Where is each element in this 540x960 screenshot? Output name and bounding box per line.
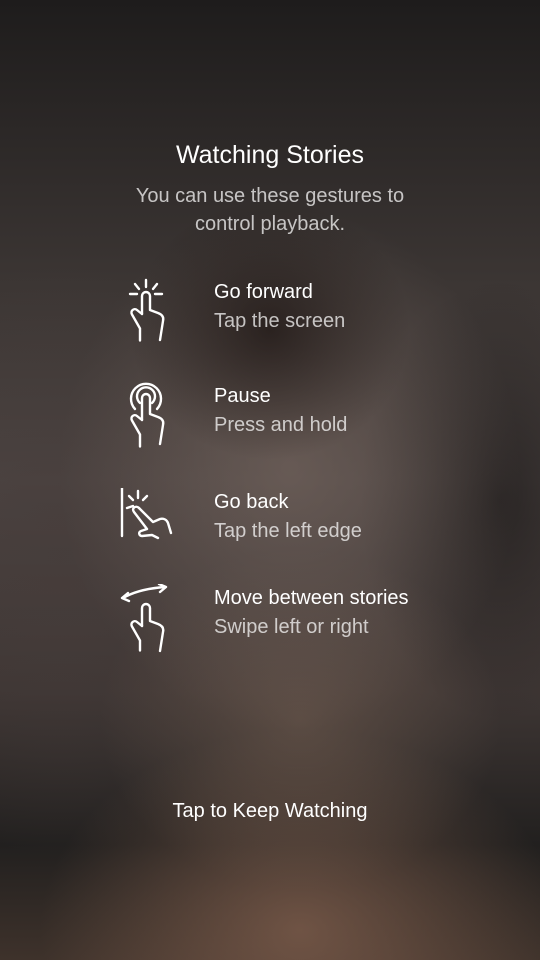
gesture-pause: Pause Press and hold [110, 382, 440, 462]
gesture-description: Tap the left edge [214, 520, 362, 542]
gesture-name: Go forward [214, 281, 313, 303]
overlay-title: Watching Stories [175, 141, 365, 169]
gesture-name: Move between stories [214, 587, 409, 609]
swipe-gesture-icon [115, 584, 185, 660]
tap-gesture-icon [115, 278, 185, 354]
gesture-go-back: Go back Tap the left edge [110, 488, 440, 568]
press-hold-gesture-icon [115, 382, 185, 458]
keep-watching-button[interactable]: Tap to Keep Watching [0, 796, 540, 826]
tap-left-edge-gesture-icon [115, 488, 185, 564]
gesture-name: Pause [214, 385, 271, 407]
gesture-name: Go back [214, 491, 289, 513]
gesture-description: Press and hold [214, 414, 348, 436]
gesture-move-between-stories: Move between stories Swipe left or right [110, 584, 440, 664]
overlay-subtitle: You can use these gestures to control pl… [135, 185, 405, 235]
gesture-description: Tap the screen [214, 310, 346, 332]
gesture-tutorial-overlay[interactable]: Watching Stories You can use these gestu… [0, 0, 540, 960]
gesture-description: Swipe left or right [214, 616, 369, 638]
gesture-go-forward: Go forward Tap the screen [110, 278, 440, 358]
